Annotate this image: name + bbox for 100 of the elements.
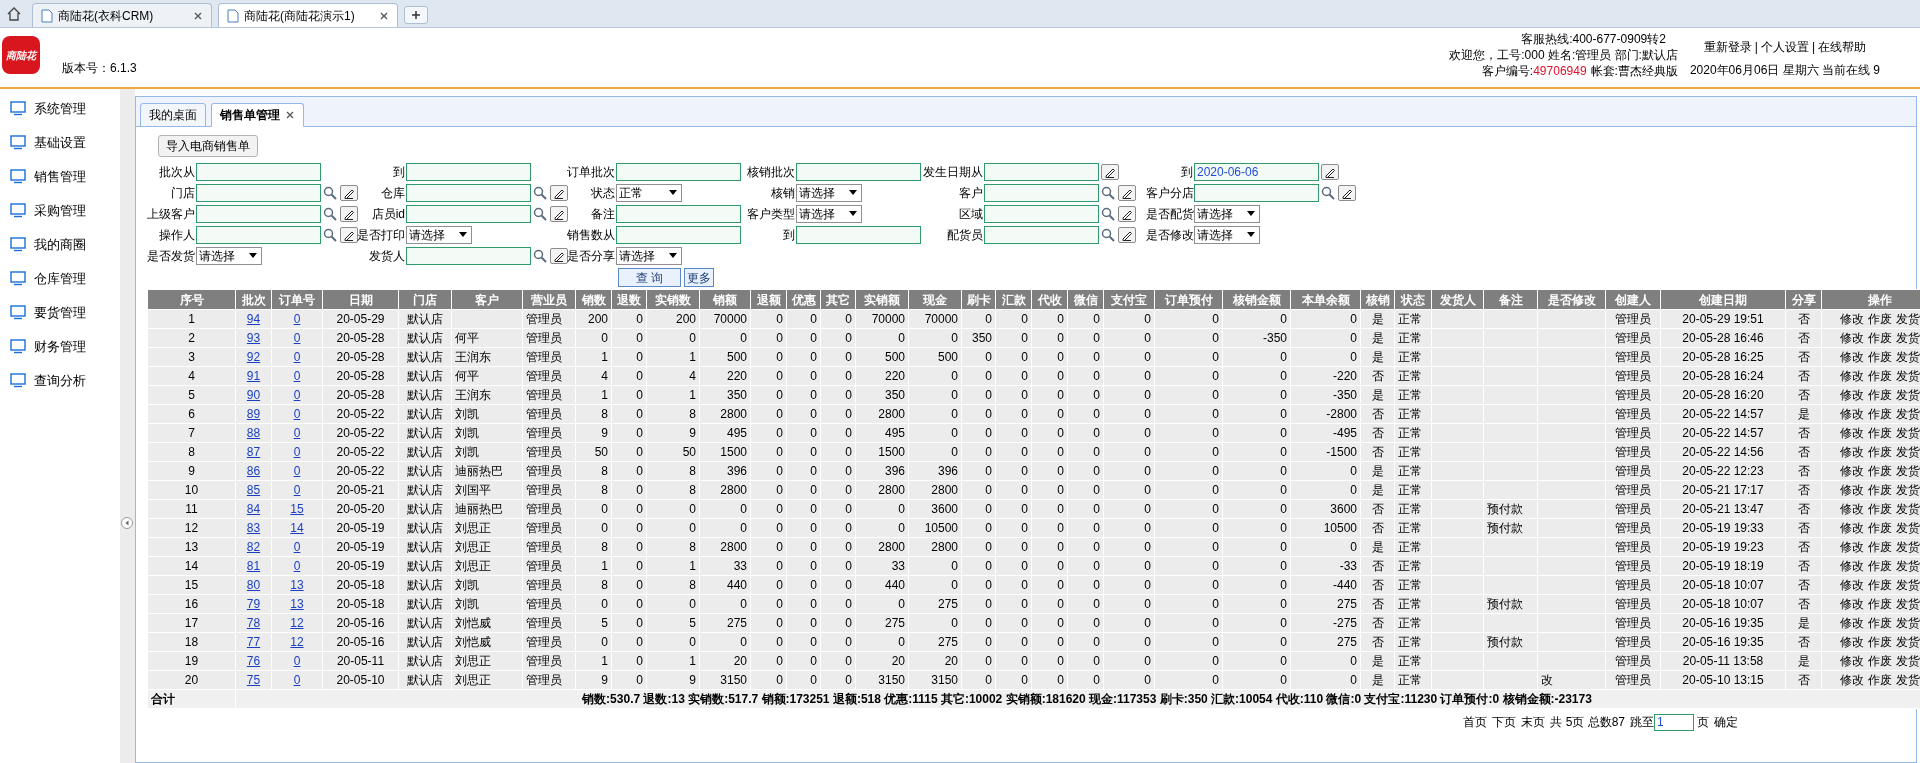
action-link[interactable]: 作废 [1868,464,1892,478]
action-link[interactable]: 作废 [1868,635,1892,649]
action-link[interactable]: 发货 [1896,540,1920,554]
search-icon[interactable] [1100,184,1116,201]
action-link[interactable]: 修改 [1840,312,1864,326]
collapse-button[interactable] [121,517,133,529]
action-link[interactable]: 修改 [1840,597,1864,611]
action-link[interactable]: 修改 [1840,654,1864,668]
confirm-link[interactable]: 确定 [1714,713,1738,731]
action-link[interactable]: 作废 [1868,597,1892,611]
table-link[interactable]: 0 [293,331,301,345]
action-link[interactable]: 修改 [1840,540,1864,554]
table-link[interactable]: 0 [293,559,301,573]
action-link[interactable]: 发货 [1896,502,1920,516]
table-link[interactable]: 76 [246,654,261,668]
action-link[interactable]: 作废 [1868,426,1892,440]
action-link[interactable]: 修改 [1840,483,1864,497]
search-icon[interactable] [1100,205,1116,222]
sidebar-item[interactable]: 要货管理 [10,302,120,323]
table-link[interactable]: 0 [293,407,301,421]
search-icon[interactable] [322,226,338,243]
table-link[interactable]: 13 [290,578,304,592]
header-link[interactable]: 个人设置 [1760,38,1809,56]
action-link[interactable]: 作废 [1868,445,1892,459]
page-link[interactable]: 首页 [1463,713,1488,731]
close-icon[interactable] [285,110,295,120]
action-link[interactable]: 作废 [1868,578,1892,592]
action-link[interactable]: 作废 [1868,540,1892,554]
input-field[interactable] [984,162,1099,181]
page-tab[interactable]: 我的桌面 [140,103,206,127]
input-field[interactable] [616,225,741,244]
dropdown[interactable]: 请选择 [1194,204,1260,223]
table-link[interactable]: 0 [293,464,301,478]
close-icon[interactable] [379,10,389,21]
table-link[interactable]: 12 [290,616,304,630]
action-link[interactable]: 作废 [1868,350,1892,364]
action-link[interactable]: 发货 [1896,521,1920,535]
action-link[interactable]: 发货 [1896,331,1920,345]
action-link[interactable]: 发货 [1896,426,1920,440]
query-button[interactable]: 查 询 [618,268,681,287]
action-link[interactable]: 发货 [1896,350,1920,364]
dropdown[interactable]: 请选择 [406,225,472,244]
search-icon[interactable] [532,205,548,222]
action-link[interactable]: 修改 [1840,616,1864,630]
new-tab-button[interactable] [404,6,428,24]
action-link[interactable]: 作废 [1868,388,1892,402]
table-link[interactable]: 0 [293,483,301,497]
sidebar-item[interactable]: 采购管理 [10,200,120,221]
table-link[interactable]: 79 [246,597,261,611]
action-link[interactable]: 修改 [1840,635,1864,649]
table-link[interactable]: 91 [246,369,261,383]
action-link[interactable]: 修改 [1840,407,1864,421]
table-link[interactable]: 82 [246,540,261,554]
search-icon[interactable] [532,184,548,201]
action-link[interactable]: 发货 [1896,369,1920,383]
action-link[interactable]: 作废 [1868,483,1892,497]
clear-button[interactable] [550,184,568,201]
action-link[interactable]: 发货 [1896,673,1920,687]
dropdown[interactable]: 请选择 [616,246,682,265]
sidebar-item[interactable]: 查询分析 [10,370,120,391]
action-link[interactable]: 作废 [1868,502,1892,516]
header-link[interactable]: 在线帮助 [1818,38,1867,56]
table-link[interactable]: 94 [246,312,261,326]
table-link[interactable]: 0 [293,445,301,459]
table-link[interactable]: 0 [293,426,301,440]
clear-button[interactable] [340,205,358,222]
clear-button[interactable] [340,184,358,201]
sidebar-item[interactable]: 我的商圈 [10,234,120,255]
input-field[interactable] [984,225,1099,244]
input-field[interactable] [984,183,1099,202]
action-link[interactable]: 作废 [1868,673,1892,687]
input-field[interactable] [616,204,741,223]
clear-button[interactable] [1118,184,1136,201]
table-link[interactable]: 0 [293,540,301,554]
page-input[interactable]: 1 [1654,713,1694,731]
search-icon[interactable] [532,247,548,264]
table-link[interactable]: 14 [290,521,304,535]
table-link[interactable]: 15 [290,502,304,516]
input-field[interactable] [616,162,741,181]
action-link[interactable]: 修改 [1840,331,1864,345]
table-link[interactable]: 84 [246,502,261,516]
action-link[interactable]: 发货 [1896,654,1920,668]
action-link[interactable]: 修改 [1840,388,1864,402]
table-link[interactable]: 0 [293,369,301,383]
clear-button[interactable] [1118,226,1136,243]
action-link[interactable]: 发货 [1896,635,1920,649]
action-link[interactable]: 修改 [1840,521,1864,535]
input-field[interactable] [406,204,531,223]
sidebar-item[interactable]: 财务管理 [10,336,120,357]
dropdown[interactable]: 正常 [616,183,682,202]
page-tab[interactable]: 销售单管理 [211,103,304,127]
table-link[interactable]: 88 [246,426,261,440]
input-field[interactable] [196,225,321,244]
table-link[interactable]: 85 [246,483,261,497]
clear-button[interactable] [1101,163,1119,180]
table-link[interactable]: 87 [246,445,261,459]
browser-tab[interactable]: 商陆花(衣科CRM) [32,3,212,27]
action-link[interactable]: 修改 [1840,559,1864,573]
action-link[interactable]: 作废 [1868,369,1892,383]
table-link[interactable]: 0 [293,312,301,326]
